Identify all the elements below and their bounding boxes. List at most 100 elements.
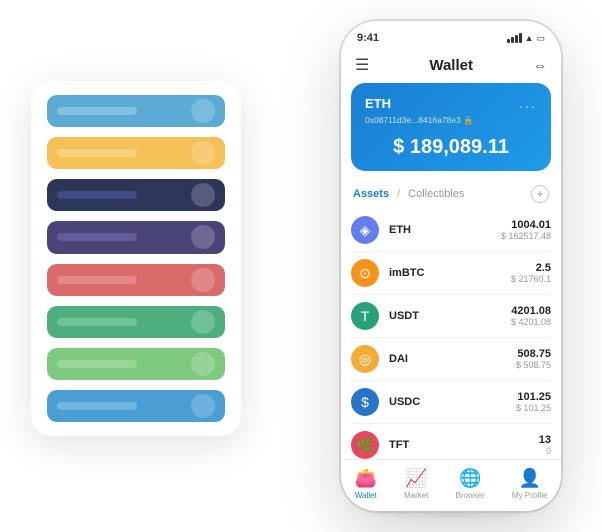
- eth-balance: $ 189,089.11: [365, 136, 537, 159]
- asset-usd-amount-eth: $ 162517.48: [501, 231, 551, 241]
- asset-icon-dai: ◎: [351, 345, 379, 373]
- asset-amounts-dai: 508.75$ 508.75: [516, 348, 551, 370]
- assets-tabs: Assets / Collectibles: [353, 188, 464, 200]
- bg-card-text-4: [57, 276, 137, 284]
- asset-usd-amount-usdt: $ 4201.08: [511, 317, 551, 327]
- bg-card-strip-5: [47, 306, 225, 338]
- asset-usd-amount-usdc: $ 101.25: [516, 403, 551, 413]
- bg-card-icon-5: [191, 310, 215, 334]
- nav-label-wallet: Wallet: [355, 491, 377, 500]
- asset-name-usdc: USDC: [389, 396, 506, 408]
- asset-amounts-eth: 1004.01$ 162517.48: [501, 219, 551, 241]
- phone-header: ☰ Wallet ⇔: [341, 49, 561, 83]
- nav-icon-my-profile: 👤: [518, 468, 540, 489]
- bg-card-icon-1: [191, 141, 215, 165]
- signal-bar-2: [511, 37, 514, 43]
- status-time: 9:41: [357, 32, 379, 44]
- asset-item[interactable]: ◎ DAI 508.75$ 508.75: [351, 338, 551, 381]
- asset-crypto-amount-imbtc: 2.5: [511, 262, 551, 274]
- asset-amounts-tft: 130: [539, 434, 551, 456]
- bg-card-text-2: [57, 191, 137, 199]
- bg-card-icon-0: [191, 99, 215, 123]
- tabs-divider: /: [397, 188, 400, 200]
- asset-item[interactable]: T USDT 4201.08$ 4201.08: [351, 295, 551, 338]
- tab-collectibles[interactable]: Collectibles: [408, 188, 464, 200]
- menu-icon[interactable]: ☰: [355, 55, 369, 75]
- asset-icon-usdc: $: [351, 388, 379, 416]
- eth-card-menu[interactable]: ...: [519, 95, 537, 111]
- nav-label-market: Market: [404, 491, 428, 500]
- nav-item-market[interactable]: 📈 Market: [404, 468, 428, 500]
- bg-card-strip-1: [47, 137, 225, 169]
- signal-bar-3: [515, 35, 518, 43]
- bg-card-text-1: [57, 149, 137, 157]
- bg-card-text-0: [57, 107, 137, 115]
- nav-label-browser: Browser: [455, 491, 484, 500]
- bg-card-icon-6: [191, 352, 215, 376]
- bg-card-icon-4: [191, 268, 215, 292]
- bg-card-strip-6: [47, 348, 225, 380]
- asset-name-imbtc: imBTC: [389, 267, 501, 279]
- nav-item-wallet[interactable]: 👛 Wallet: [355, 468, 377, 500]
- bg-card-strip-4: [47, 264, 225, 296]
- page-title: Wallet: [429, 57, 473, 74]
- eth-address: 0x08711d3e...8416a78e3 🔒: [365, 115, 537, 126]
- asset-name-eth: ETH: [389, 224, 491, 236]
- phone-mockup: 9:41 ▲ ▭ ☰ Wallet ⇔ ETH: [341, 21, 561, 511]
- asset-name-usdt: USDT: [389, 310, 501, 322]
- asset-name-dai: DAI: [389, 353, 506, 365]
- asset-item[interactable]: 🌿 TFT 130: [351, 424, 551, 459]
- bg-card-icon-2: [191, 183, 215, 207]
- signal-bar-1: [507, 39, 510, 43]
- status-bar: 9:41 ▲ ▭: [341, 21, 561, 49]
- asset-item[interactable]: ⊙ imBTC 2.5$ 21760.1: [351, 252, 551, 295]
- asset-list: ◈ ETH 1004.01$ 162517.48 ⊙ imBTC 2.5$ 21760.1…: [341, 209, 561, 459]
- bg-card-strip-0: [47, 95, 225, 127]
- nav-item-browser[interactable]: 🌐 Browser: [455, 468, 484, 500]
- scene: 9:41 ▲ ▭ ☰ Wallet ⇔ ETH: [11, 11, 591, 521]
- asset-icon-usdt: T: [351, 302, 379, 330]
- asset-usd-amount-dai: $ 508.75: [516, 360, 551, 370]
- nav-item-my-profile[interactable]: 👤 My Profile: [512, 468, 548, 500]
- eth-card-label: ETH: [365, 96, 391, 111]
- asset-item[interactable]: $ USDC 101.25$ 101.25: [351, 381, 551, 424]
- bg-card-icon-3: [191, 225, 215, 249]
- asset-icon-eth: ◈: [351, 216, 379, 244]
- bg-card-strip-2: [47, 179, 225, 211]
- status-icons: ▲ ▭: [507, 33, 545, 44]
- bg-card-panel: [31, 81, 241, 436]
- asset-usd-amount-tft: 0: [539, 446, 551, 456]
- nav-icon-market: 📈: [405, 468, 427, 489]
- bg-card-text-3: [57, 233, 137, 241]
- tab-assets[interactable]: Assets: [353, 188, 389, 200]
- nav-label-my-profile: My Profile: [512, 491, 548, 500]
- asset-item[interactable]: ◈ ETH 1004.01$ 162517.48: [351, 209, 551, 252]
- asset-amounts-imbtc: 2.5$ 21760.1: [511, 262, 551, 284]
- bg-card-icon-7: [191, 394, 215, 418]
- bg-card-text-7: [57, 402, 137, 410]
- eth-card-header: ETH ...: [365, 95, 537, 111]
- signal-bar-4: [519, 33, 522, 43]
- eth-card: ETH ... 0x08711d3e...8416a78e3 🔒 $ 189,0…: [351, 83, 551, 171]
- wifi-icon: ▲: [525, 33, 534, 43]
- asset-name-tft: TFT: [389, 439, 529, 451]
- asset-crypto-amount-usdc: 101.25: [516, 391, 551, 403]
- bg-card-text-5: [57, 318, 137, 326]
- nav-icon-wallet: 👛: [355, 468, 377, 489]
- bottom-nav: 👛 Wallet 📈 Market 🌐 Browser 👤 My Profile: [341, 459, 561, 511]
- battery-icon: ▭: [536, 33, 545, 44]
- assets-header: Assets / Collectibles +: [341, 181, 561, 209]
- asset-crypto-amount-tft: 13: [539, 434, 551, 446]
- asset-icon-tft: 🌿: [351, 431, 379, 459]
- asset-amounts-usdc: 101.25$ 101.25: [516, 391, 551, 413]
- asset-amounts-usdt: 4201.08$ 4201.08: [511, 305, 551, 327]
- asset-icon-imbtc: ⊙: [351, 259, 379, 287]
- bg-card-strip-3: [47, 221, 225, 253]
- bg-card-strip-7: [47, 390, 225, 422]
- add-asset-button[interactable]: +: [531, 185, 549, 203]
- bg-card-text-6: [57, 360, 137, 368]
- nav-icon-browser: 🌐: [459, 468, 481, 489]
- scan-icon[interactable]: ⇔: [533, 57, 547, 73]
- asset-crypto-amount-usdt: 4201.08: [511, 305, 551, 317]
- asset-crypto-amount-eth: 1004.01: [501, 219, 551, 231]
